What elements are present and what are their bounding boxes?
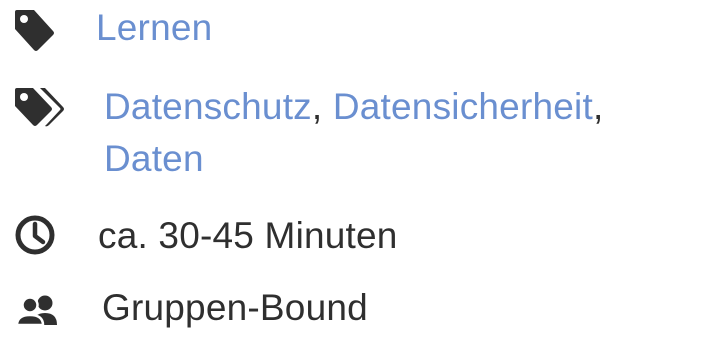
duration-text: ca. 30-45 Minuten <box>98 215 398 256</box>
tag-separator: , <box>592 86 604 127</box>
tags-row: Datenschutz, Datensicherheit, Daten <box>0 78 702 188</box>
category-link[interactable]: Lernen <box>96 2 212 54</box>
tags-line-1: Datenschutz, Datensicherheit, <box>104 81 603 133</box>
tag-icon <box>14 8 56 57</box>
group-row: Gruppen-Bound <box>0 282 702 339</box>
clock-icon <box>14 214 56 261</box>
tag-link-daten[interactable]: Daten <box>104 138 204 179</box>
tag-link-datenschutz[interactable]: Datenschutz <box>104 86 312 127</box>
tag-separator: , <box>311 86 323 127</box>
duration-row: ca. 30-45 Minuten <box>0 208 702 268</box>
users-icon <box>14 294 62 331</box>
group-text: Gruppen-Bound <box>102 287 368 328</box>
tags-line-2: Daten <box>104 133 204 185</box>
category-row: Lernen <box>0 0 702 60</box>
tags-icon <box>14 86 70 133</box>
tag-link-datensicherheit[interactable]: Datensicherheit <box>333 86 593 127</box>
